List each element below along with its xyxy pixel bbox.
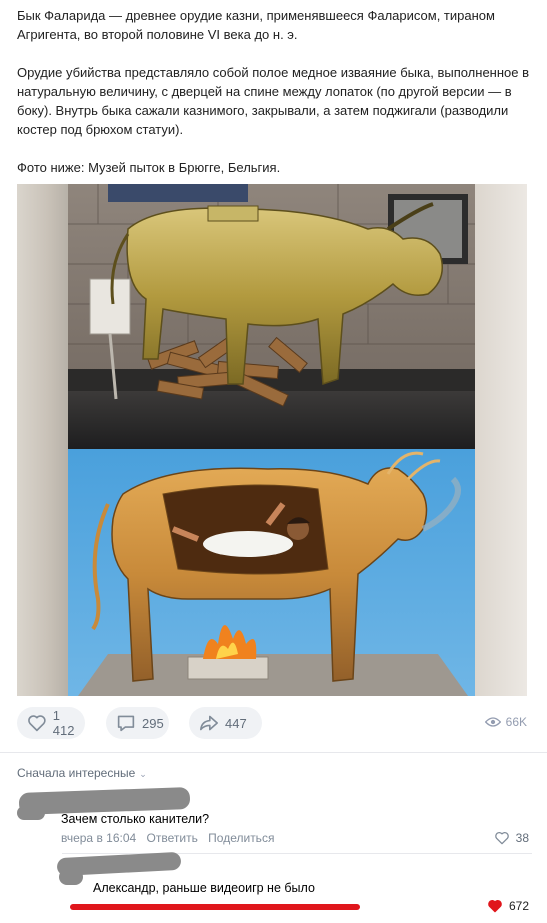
share-link[interactable]: Поделиться (208, 831, 274, 845)
comment-like-count: 38 (515, 831, 529, 845)
redaction-line (70, 904, 360, 910)
post-paragraph-1: Бык Фаларида — древнее орудие казни, при… (17, 8, 495, 42)
heart-icon (494, 831, 509, 845)
views-count: 66K (505, 715, 527, 729)
heart-filled-icon (488, 899, 502, 913)
comment-item: Александр, раньше видеоигр не было 672 (17, 851, 529, 923)
chevron-down-icon: ⌄ (139, 769, 147, 779)
reply-link[interactable]: Ответить (147, 831, 198, 845)
post-paragraph-3: Фото ниже: Музей пыток в Брюгге, Бельгия… (17, 160, 281, 175)
redacted-avatar (17, 806, 45, 820)
comment-text: Александр, раньше видеоигр не было (93, 881, 315, 895)
photo-blur-left (17, 184, 68, 696)
section-divider (0, 752, 547, 753)
like-button[interactable]: 1 412 (17, 707, 85, 739)
comments-sort-dropdown[interactable]: Сначала интересные ⌄ (17, 766, 147, 780)
museum-bull-photo (68, 184, 475, 449)
comment-icon (117, 715, 135, 732)
eye-icon (484, 717, 501, 727)
post-actions-bar: 1 412 295 447 66K (17, 707, 529, 739)
comment-time: вчера в 16:04 (61, 831, 137, 845)
like-count: 1 412 (52, 708, 75, 738)
post-paragraph-2: Орудие убийства представляло собой полое… (17, 65, 530, 137)
redacted-avatar (59, 869, 83, 885)
cutaway-bull-illustration (68, 449, 475, 696)
comment-button[interactable]: 295 (106, 707, 169, 739)
share-count: 447 (225, 715, 247, 731)
comment-item: Зачем столько канители? вчера в 16:04 От… (17, 786, 529, 848)
comment-like-button[interactable]: 672 (487, 899, 529, 913)
comment-text: Зачем столько канители? (61, 812, 210, 826)
views-counter: 66K (484, 715, 527, 729)
sort-label: Сначала интересные (17, 766, 136, 780)
heart-icon (28, 715, 46, 732)
share-button[interactable]: 447 (189, 707, 262, 739)
comment-like-count: 672 (508, 899, 529, 913)
post-text: Бык Фаларида — древнее орудие казни, при… (17, 6, 532, 196)
comment-meta: вчера в 16:04 Ответить Поделиться (61, 831, 281, 845)
comment-like-button[interactable]: 38 (494, 831, 529, 845)
share-icon (200, 715, 218, 731)
comment-count: 295 (142, 715, 164, 731)
post-photo[interactable] (17, 184, 527, 696)
photo-blur-right (475, 184, 527, 696)
